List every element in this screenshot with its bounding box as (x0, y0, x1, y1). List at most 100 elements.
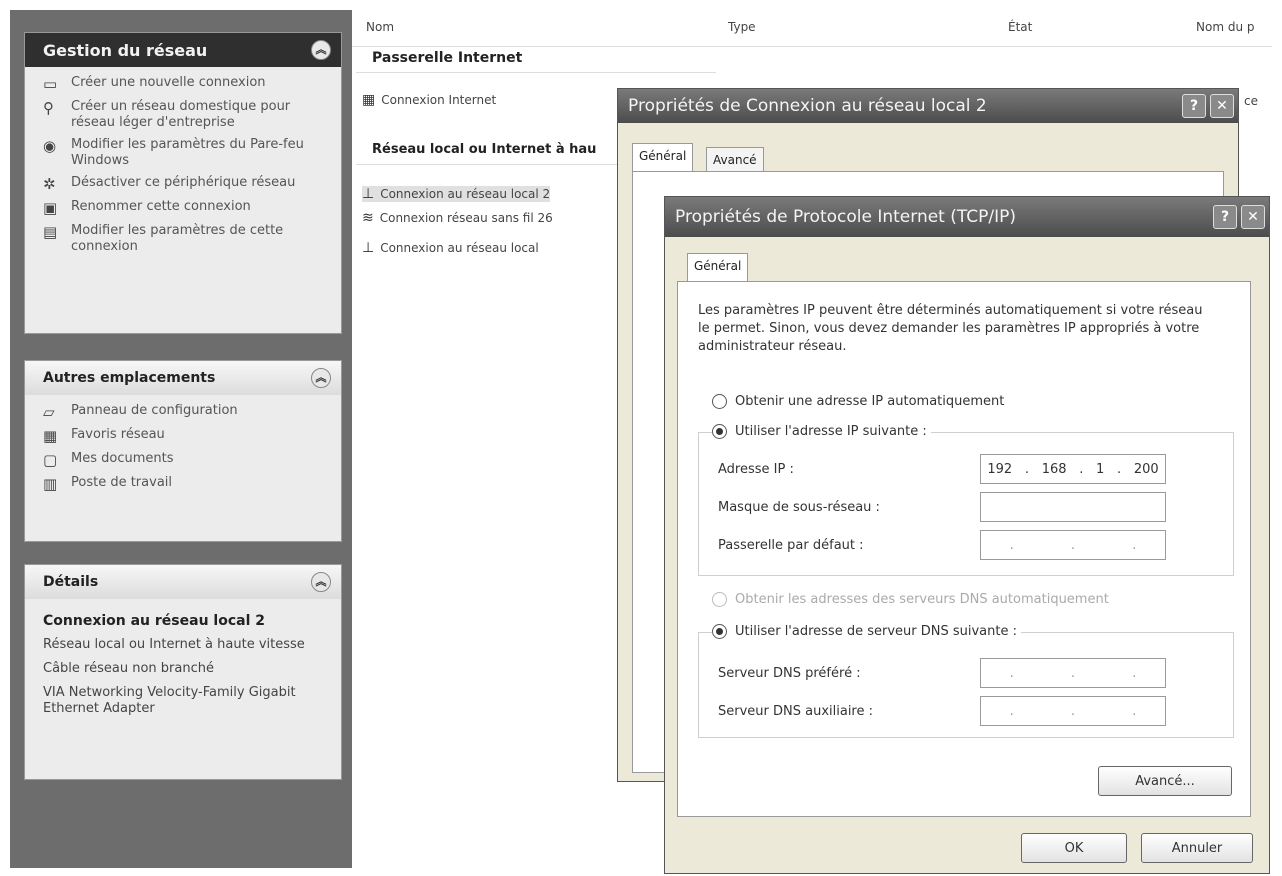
network-places-icon: ▦ (43, 427, 58, 445)
radio-button[interactable] (712, 592, 727, 607)
ip-dot: . (1070, 537, 1076, 553)
section-divider (356, 72, 716, 73)
task-label: Modifier les paramètres du Pare-feu Wind… (71, 137, 304, 168)
network-tasks-title: Gestion du réseau (43, 40, 208, 60)
radio-button[interactable] (712, 624, 727, 639)
task-label: Renommer cette connexion (71, 199, 251, 214)
radio-auto-dns[interactable]: Obtenir les adresses des serveurs DNS au… (712, 592, 1109, 607)
default-gateway-field[interactable]: ... (980, 530, 1166, 560)
ip-octet: 168 (1041, 461, 1067, 477)
details-connection-name: Connexion au réseau local 2 (43, 613, 265, 629)
task-settings[interactable]: ▤ Modifier les paramètres de cette connex… (43, 223, 331, 255)
radio-label: Utiliser l'adresse IP suivante : (735, 424, 927, 439)
ip-dot: . (1132, 665, 1137, 681)
wireless-icon: ≋ (362, 210, 374, 226)
tab-advanced[interactable]: Avancé (706, 147, 764, 172)
firewall-icon: ◉ (43, 137, 57, 155)
ip-octet: 1 (1096, 461, 1105, 477)
task-rename[interactable]: ▣ Renommer cette connexion (43, 199, 331, 217)
column-name[interactable]: Nom (366, 10, 394, 44)
new-connection-icon: ▭ (43, 75, 58, 93)
list-item-gateway[interactable]: ▦ Connexion Internet (362, 92, 496, 108)
subnet-mask-field[interactable] (980, 492, 1166, 522)
collapse-icon[interactable]: ︽ (311, 40, 331, 60)
place-control-panel[interactable]: ▱ Panneau de configuration (43, 403, 331, 421)
gateway-icon: ▦ (362, 92, 376, 108)
cancel-button[interactable]: Annuler (1141, 833, 1253, 863)
column-type[interactable]: Type (728, 10, 756, 44)
help-icon[interactable]: ? (1213, 205, 1237, 229)
label-ip-address: Adresse IP : (718, 462, 794, 477)
lan-icon: ⊥ (362, 186, 375, 202)
radio-label: Utiliser l'adresse de serveur DNS suivan… (735, 624, 1017, 639)
help-icon[interactable]: ? (1182, 94, 1206, 118)
list-item-label: Connexion Internet (381, 93, 497, 107)
advanced-button[interactable]: Avancé... (1098, 766, 1232, 796)
place-label: Favoris réseau (71, 427, 165, 442)
task-pane: Gestion du réseau ︽ ▭ Créer une nouvelle … (10, 10, 352, 868)
tab-general[interactable]: Général (632, 143, 694, 172)
dialog1-title: Propriétés de Connexion au réseau local … (628, 96, 987, 116)
radio-manual-ip[interactable]: Utiliser l'adresse IP suivante : (712, 424, 931, 439)
details-line: VIA Networking Velocity-Family Gigabit E… (43, 685, 296, 716)
dialog1-titlebar[interactable]: Propriétés de Connexion au réseau local … (618, 89, 1238, 123)
overflow-text: ce (1244, 94, 1258, 108)
disable-device-icon: ✲ (43, 175, 56, 193)
radio-button[interactable] (712, 394, 727, 409)
list-item-label: Connexion au réseau local (380, 241, 539, 255)
ok-button[interactable]: OK (1021, 833, 1127, 863)
task-new-connection[interactable]: ▭ Créer une nouvelle connexion (43, 75, 331, 93)
place-network-places[interactable]: ▦ Favoris réseau (43, 427, 331, 445)
task-label: Modifier les paramètres de cette connexi… (71, 223, 284, 254)
place-label: Panneau de configuration (71, 403, 238, 418)
ip-address-field[interactable]: 192. 168. 1. 200 (980, 454, 1166, 484)
collapse-icon[interactable]: ︽ (311, 572, 331, 592)
column-state[interactable]: État (1008, 10, 1032, 44)
close-icon[interactable]: ✕ (1241, 205, 1265, 229)
label-subnet-mask: Masque de sous-réseau : (718, 500, 880, 515)
network-tasks-header[interactable]: Gestion du réseau ︽ (25, 33, 341, 67)
preferred-dns-field[interactable]: ... (980, 658, 1166, 688)
details-panel: Détails ︽ Connexion au réseau local 2 Ré… (24, 564, 342, 780)
radio-auto-ip[interactable]: Obtenir une adresse IP automatiquement (712, 394, 1004, 409)
label-preferred-dns: Serveur DNS préféré : (718, 666, 861, 681)
radio-label: Obtenir les adresses des serveurs DNS au… (735, 592, 1109, 607)
ip-dot: . (1009, 537, 1014, 553)
dialog2-titlebar[interactable]: Propriétés de Protocole Internet (TCP/IP… (665, 197, 1269, 237)
label-alternate-dns: Serveur DNS auxiliaire : (718, 704, 874, 719)
task-disable-device[interactable]: ✲ Désactiver ce périphérique réseau (43, 175, 331, 193)
tab-general[interactable]: Général (687, 253, 749, 282)
column-header-bar (352, 10, 1272, 47)
network-tasks-panel: Gestion du réseau ︽ ▭ Créer une nouvelle … (24, 32, 342, 334)
place-label: Mes documents (71, 451, 174, 466)
lan-icon: ⊥ (362, 240, 375, 256)
column-name-p[interactable]: Nom du p (1196, 10, 1254, 44)
section-divider (356, 164, 618, 165)
ip-octet: 200 (1133, 461, 1159, 477)
alternate-dns-field[interactable]: ... (980, 696, 1166, 726)
task-firewall[interactable]: ◉ Modifier les paramètres du Pare-feu Win… (43, 137, 331, 169)
ip-dot: . (1024, 461, 1029, 477)
collapse-icon[interactable]: ︽ (311, 368, 331, 388)
ip-dot: . (1070, 665, 1076, 681)
list-item-wireless[interactable]: ≋ Connexion réseau sans fil 26 (362, 210, 553, 226)
details-line: Réseau local ou Internet à haute vitesse (43, 637, 305, 652)
list-item-lan2[interactable]: ⊥ Connexion au réseau local 2 (362, 186, 551, 202)
radio-manual-dns[interactable]: Utiliser l'adresse de serveur DNS suivan… (712, 624, 1021, 639)
ip-dot: . (1070, 703, 1076, 719)
place-documents[interactable]: ▢ Mes documents (43, 451, 331, 469)
dialog2-tab-panel: Les paramètres IP peuvent être déterminé… (677, 281, 1251, 817)
radio-button[interactable] (712, 424, 727, 439)
place-computer[interactable]: ▥ Poste de travail (43, 475, 331, 493)
list-item-lan[interactable]: ⊥ Connexion au réseau local (362, 240, 539, 256)
close-icon[interactable]: ✕ (1210, 94, 1234, 118)
ip-octet: 192 (987, 461, 1013, 477)
dialog2-description: Les paramètres IP peuvent être déterminé… (698, 303, 1203, 354)
task-home-network[interactable]: ⚲ Créer un réseau domestique pour réseau … (43, 99, 331, 131)
section-lan: Réseau local ou Internet à hau (372, 142, 597, 157)
computer-icon: ▥ (43, 475, 58, 493)
radio-label: Obtenir une adresse IP automatiquement (735, 394, 1005, 409)
details-header[interactable]: Détails ︽ (25, 565, 341, 599)
other-places-header[interactable]: Autres emplacements ︽ (25, 361, 341, 395)
tcpip-properties-dialog: Propriétés de Protocole Internet (TCP/IP… (664, 196, 1270, 874)
